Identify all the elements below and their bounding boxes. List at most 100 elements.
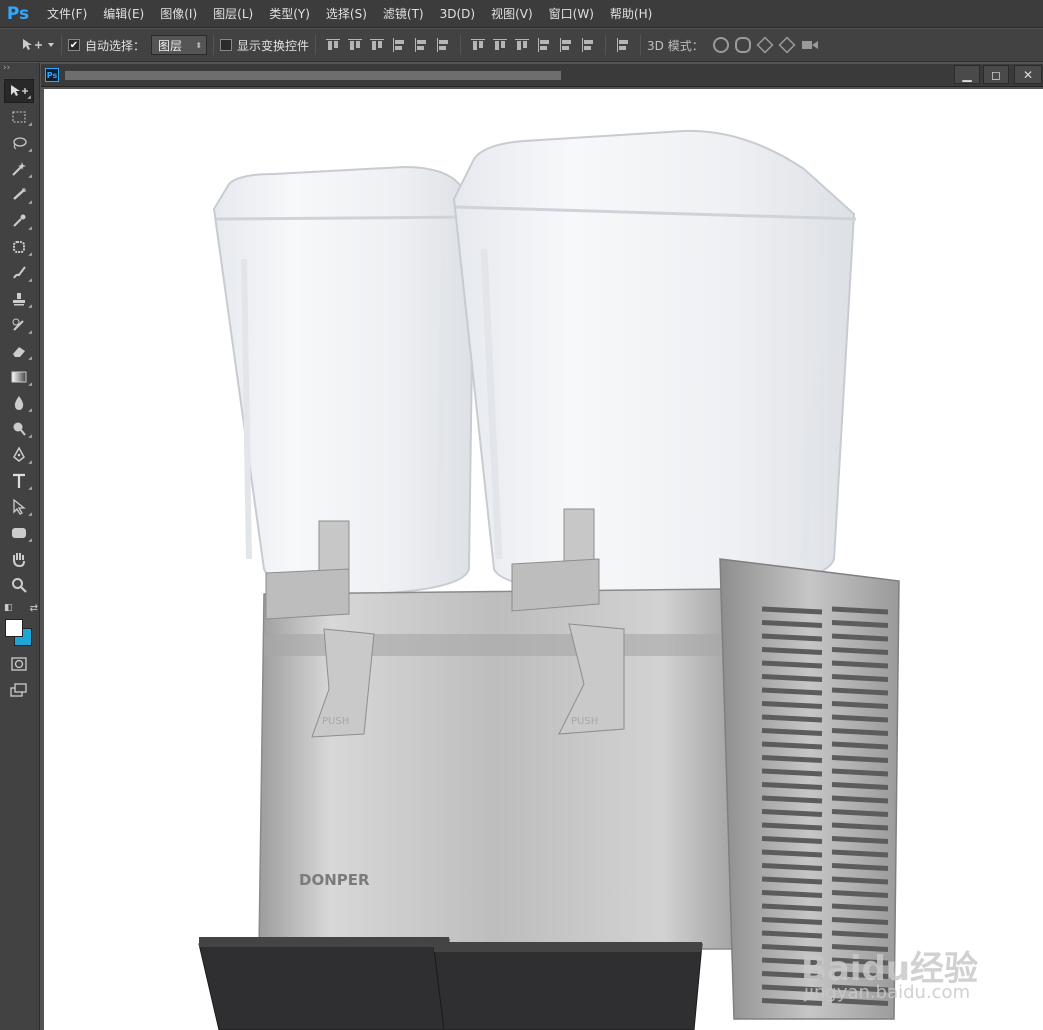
document-canvas[interactable]: PUSH PUSH DONPER Baidu经验 jingyan.baidu.c… (44, 89, 1043, 1030)
vent-slot (761, 930, 823, 939)
vent-slot (831, 768, 889, 777)
vent-slot (831, 701, 889, 709)
separator (605, 35, 607, 55)
align-horizontal-centers-icon[interactable] (413, 37, 429, 53)
move-tool-icon (23, 39, 42, 50)
menu-item[interactable]: 视图(V) (483, 0, 541, 28)
vent-slot (761, 687, 823, 696)
vent-slot (831, 836, 889, 844)
distribute-left-icon[interactable] (536, 37, 552, 53)
panel-grip[interactable]: ››,,,,,,,,, (0, 63, 39, 83)
auto-select-target-dropdown[interactable]: 图层 ⬍ (151, 35, 208, 55)
align-vertical-centers-icon[interactable] (347, 37, 363, 53)
menu-item[interactable]: 编辑(E) (95, 0, 152, 28)
close-button[interactable]: ✕ (1014, 65, 1042, 84)
menu-item[interactable]: 窗口(W) (541, 0, 602, 28)
eyedropper-icon (13, 214, 26, 227)
screen-mode-button[interactable] (4, 678, 34, 702)
distribute-right-icon[interactable] (580, 37, 596, 53)
brush-tool[interactable] (4, 261, 34, 285)
push-label-left: PUSH (322, 716, 349, 727)
menu-item[interactable]: 帮助(H) (602, 0, 660, 28)
hand-icon (13, 553, 25, 567)
swap-colors-icon[interactable]: ⇄ (30, 603, 38, 614)
eyedropper-tool[interactable] (4, 209, 34, 233)
screen-mode-icon (10, 683, 27, 697)
magic-wand-icon (12, 162, 26, 176)
vent-slot (761, 755, 823, 763)
history-brush-icon (12, 318, 24, 331)
quick-mask-button[interactable] (4, 652, 34, 676)
move-tool[interactable] (4, 79, 34, 103)
vent-slot (831, 930, 889, 939)
align-bottom-edges-icon[interactable] (369, 37, 385, 53)
pen-icon (13, 447, 25, 462)
spot-healing-brush-tool[interactable] (4, 235, 34, 259)
menu-item[interactable]: 类型(Y) (261, 0, 318, 28)
3d-slide-icon[interactable] (778, 36, 796, 54)
distribute-top-icon[interactable] (470, 37, 486, 53)
menu-item[interactable]: 3D(D) (432, 0, 483, 28)
distribute-horizontal-centers-icon[interactable] (558, 37, 574, 53)
clone-stamp-tool[interactable] (4, 287, 34, 311)
menu-item[interactable]: 滤镜(T) (375, 0, 432, 28)
magic-wand-tool[interactable] (4, 157, 34, 181)
eraser-tool[interactable] (4, 339, 34, 363)
foreground-color-swatch[interactable] (5, 619, 23, 637)
gradient-tool[interactable] (4, 365, 34, 389)
distribute-vertical-centers-icon[interactable] (492, 37, 508, 53)
lasso-icon (13, 137, 27, 150)
3d-pan-icon[interactable] (756, 36, 774, 54)
push-label-right: PUSH (571, 716, 598, 727)
history-brush-tool[interactable] (4, 313, 34, 337)
pen-tool[interactable] (4, 443, 34, 467)
document-title-obscured[interactable] (65, 70, 561, 80)
vent-slot (761, 822, 823, 831)
vent-slot (761, 795, 823, 804)
auto-align-layers-icon[interactable] (615, 37, 631, 53)
separator (640, 35, 642, 55)
tool-preset-picker[interactable] (20, 37, 55, 53)
crop-tool[interactable] (4, 183, 34, 207)
vent-slot (761, 701, 823, 709)
juice-dispenser-image: PUSH PUSH DONPER (198, 129, 900, 1030)
default-colors-icon[interactable]: ◧ (4, 603, 13, 614)
gradient-icon (11, 371, 27, 383)
3d-roll-icon[interactable] (734, 37, 751, 53)
restore-button[interactable]: ◻ (983, 65, 1009, 84)
menu-item[interactable]: 选择(S) (318, 0, 375, 28)
align-top-edges-icon[interactable] (325, 37, 341, 53)
blur-tool[interactable] (4, 391, 34, 415)
3d-scale-camera-icon[interactable] (801, 38, 819, 52)
hand-tool[interactable] (4, 547, 34, 571)
separator (213, 35, 215, 55)
auto-select-label: 自动选择： (85, 38, 146, 53)
dodge-tool[interactable] (4, 417, 34, 441)
zoom-tool[interactable] (4, 573, 34, 597)
align-right-edges-icon[interactable] (435, 37, 451, 53)
app-logo[interactable]: Ps (0, 0, 36, 28)
rectangle-tool[interactable] (4, 521, 34, 545)
show-transform-checkbox[interactable] (220, 39, 233, 51)
path-selection-tool[interactable] (4, 495, 34, 519)
align-left-edges-icon[interactable] (391, 37, 407, 53)
menu-item[interactable]: 图像(I) (152, 0, 205, 28)
rectangular-marquee-tool[interactable] (4, 105, 34, 129)
lasso-tool[interactable] (4, 131, 34, 155)
3d-orbit-icon[interactable] (712, 37, 729, 53)
vent-slot (831, 728, 889, 736)
minimize-button[interactable]: ▁ (954, 65, 980, 84)
vent-slot (761, 836, 823, 844)
menu-item[interactable]: 图层(L) (205, 0, 261, 28)
vent-slot (761, 660, 823, 669)
menu-item[interactable]: 文件(F) (39, 0, 95, 28)
rectangular-marquee-icon (12, 111, 26, 123)
type-icon (13, 473, 25, 488)
type-tool[interactable] (4, 469, 34, 493)
auto-select-checkbox[interactable]: ✔ (68, 39, 80, 51)
separator (460, 35, 462, 55)
vent-slot (761, 633, 823, 642)
dropdown-arrows-icon: ⬍ (195, 40, 203, 50)
distribute-bottom-icon[interactable] (514, 37, 530, 53)
tools-panel: ››,,,,,,,,, ◧ ⇄ (0, 63, 40, 1030)
